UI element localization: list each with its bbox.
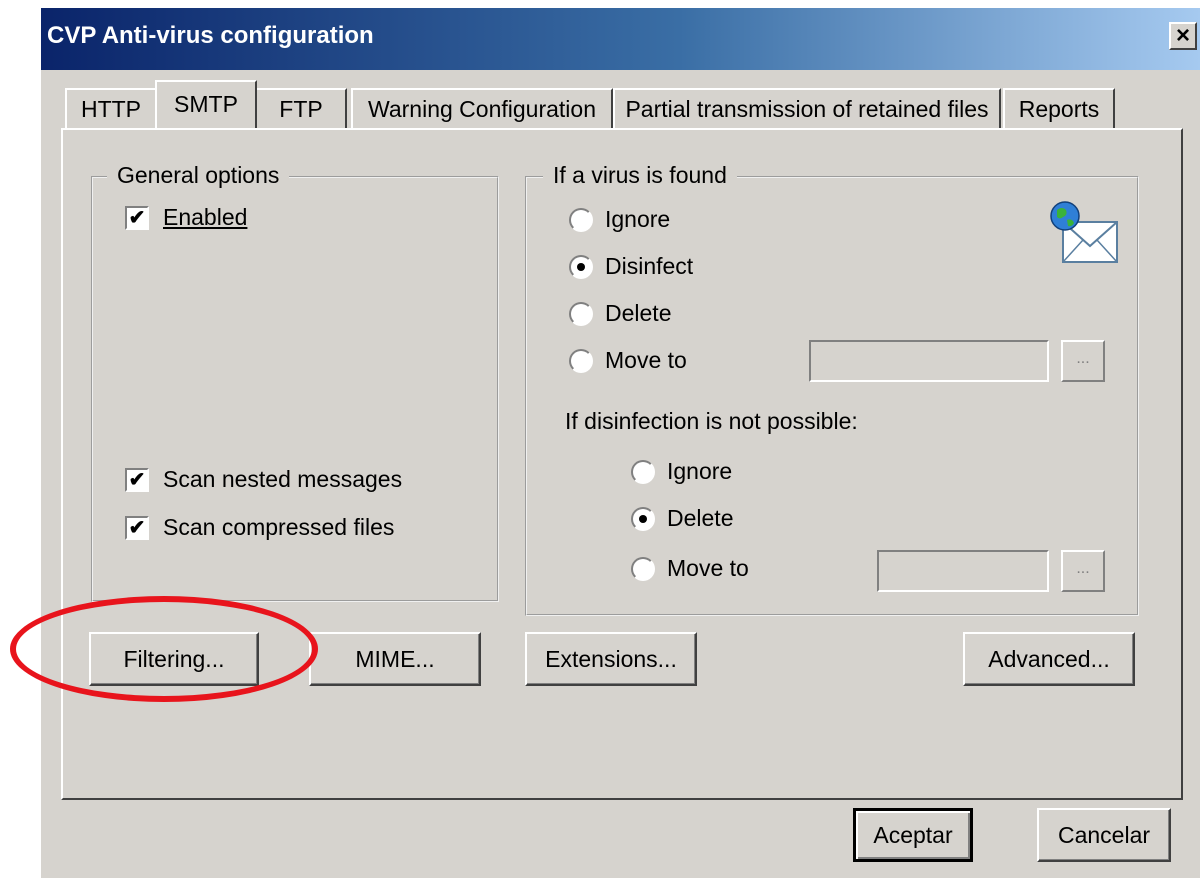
scan-nested-messages-checkbox[interactable]: ✔ (125, 468, 149, 492)
disinfection-not-possible-label: If disinfection is not possible: (565, 408, 858, 434)
general-options-group: General options ✔ Enabled ✔ Scan nested … (91, 162, 499, 602)
window-title: CVP Anti-virus configuration (47, 22, 374, 49)
cancel-button[interactable]: Cancelar (1037, 808, 1171, 862)
fallback-move-to-label[interactable]: Move to (667, 555, 749, 582)
move-to-browse-button[interactable]: ... (1061, 340, 1105, 382)
fallback-delete-label[interactable]: Delete (667, 505, 733, 532)
disinfect-label[interactable]: Disinfect (605, 253, 693, 280)
scan-compressed-files-checkbox[interactable]: ✔ (125, 516, 149, 540)
smtp-tab-panel: General options ✔ Enabled ✔ Scan nested … (61, 128, 1183, 800)
tab-http[interactable]: HTTP (65, 88, 157, 128)
tab-reports[interactable]: Reports (1003, 88, 1115, 128)
close-button[interactable]: × (1169, 22, 1197, 50)
delete-radio[interactable] (569, 302, 593, 326)
filtering-button[interactable]: Filtering... (89, 632, 259, 686)
fallback-ignore-radio[interactable] (631, 460, 655, 484)
enabled-checkbox[interactable]: ✔ (125, 206, 149, 230)
delete-label[interactable]: Delete (605, 300, 671, 327)
ignore-radio[interactable] (569, 208, 593, 232)
move-to-label[interactable]: Move to (605, 347, 687, 374)
fallback-delete-radio[interactable] (631, 507, 655, 531)
anti-virus-dialog: CVP Anti-virus configuration × HTTP SMTP… (40, 8, 1200, 878)
move-to-path-field[interactable] (809, 340, 1049, 382)
advanced-button[interactable]: Advanced... (963, 632, 1135, 686)
extensions-button[interactable]: Extensions... (525, 632, 697, 686)
mail-globe-icon (1049, 200, 1119, 266)
scan-compressed-files-label[interactable]: Scan compressed files (163, 514, 394, 541)
enabled-label[interactable]: Enabled (163, 204, 247, 231)
tab-smtp[interactable]: SMTP (155, 80, 257, 128)
general-options-title: General options (107, 162, 290, 189)
fallback-move-to-browse-button[interactable]: ... (1061, 550, 1105, 592)
virus-found-title: If a virus is found (543, 162, 737, 189)
scan-nested-messages-label[interactable]: Scan nested messages (163, 466, 402, 493)
virus-found-group: If a virus is found Ignore Disinfect Del… (525, 162, 1139, 616)
tab-ftp[interactable]: FTP (255, 88, 347, 128)
fallback-move-to-path-field[interactable] (877, 550, 1049, 592)
move-to-radio[interactable] (569, 349, 593, 373)
ok-button[interactable]: Aceptar (853, 808, 973, 862)
fallback-move-to-radio[interactable] (631, 557, 655, 581)
disinfect-radio[interactable] (569, 255, 593, 279)
tab-warning-configuration[interactable]: Warning Configuration (351, 88, 613, 128)
tab-partial-transmission[interactable]: Partial transmission of retained files (613, 88, 1001, 128)
title-bar[interactable]: CVP Anti-virus configuration × (41, 8, 1200, 70)
fallback-ignore-label[interactable]: Ignore (667, 458, 732, 485)
mime-button[interactable]: MIME... (309, 632, 481, 686)
ignore-label[interactable]: Ignore (605, 206, 670, 233)
